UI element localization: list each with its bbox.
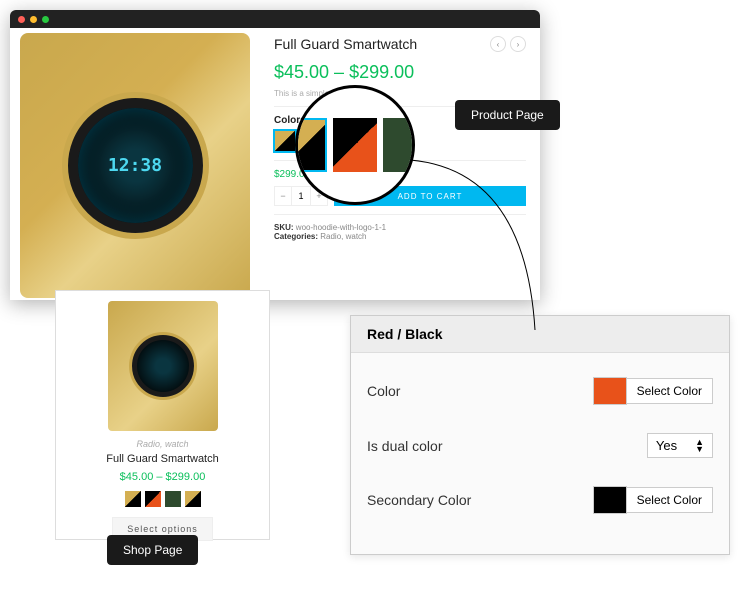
- dual-color-value: Yes: [656, 438, 677, 453]
- magnified-swatch-orange-black: [333, 118, 377, 172]
- close-icon[interactable]: [18, 16, 25, 23]
- shop-page-tooltip: Shop Page: [107, 535, 198, 565]
- select-color-button-secondary[interactable]: Select Color: [626, 487, 713, 513]
- shop-price: $45.00 – $299.00: [56, 471, 269, 483]
- product-page-tooltip: Product Page: [455, 100, 560, 130]
- shop-swatch-green[interactable]: [165, 491, 181, 507]
- secondary-color-picker: Select Color: [593, 486, 713, 514]
- window-titlebar: [10, 10, 540, 28]
- shop-category: Radio, watch: [56, 439, 269, 449]
- color-chip-primary: [593, 377, 627, 405]
- swatch-gold-black[interactable]: [274, 130, 296, 152]
- settings-body: Color Select Color Is dual color Yes ▲▼ …: [351, 353, 729, 538]
- shop-swatch-orange-black[interactable]: [145, 491, 161, 507]
- sku-label: SKU:: [274, 223, 294, 232]
- product-meta: SKU: woo-hoodie-with-logo-1-1 Categories…: [274, 223, 526, 241]
- product-title: Full Guard Smartwatch: [274, 36, 526, 52]
- shop-swatch-black-gold[interactable]: [185, 491, 201, 507]
- minimize-icon[interactable]: [30, 16, 37, 23]
- product-page-window: 🔍 12:38 ‹ › Full Guard Smartwatch $45.00…: [10, 10, 540, 300]
- product-price: $45.00 – $299.00: [274, 62, 526, 83]
- dual-color-select[interactable]: Yes ▲▼: [647, 433, 713, 458]
- select-arrows-icon: ▲▼: [695, 439, 704, 453]
- next-product-button[interactable]: ›: [510, 36, 526, 52]
- shop-swatch-gold-black[interactable]: [125, 491, 141, 507]
- maximize-icon[interactable]: [42, 16, 49, 23]
- shop-title: Full Guard Smartwatch: [56, 453, 269, 465]
- color-chip-secondary: [593, 486, 627, 514]
- shop-product-image: [108, 301, 218, 431]
- secondary-color-row: Secondary Color Select Color: [367, 472, 713, 528]
- color-row: Color Select Color: [367, 363, 713, 419]
- quantity-row: − 1 + ADD TO CART: [274, 186, 526, 206]
- dual-color-row: Is dual color Yes ▲▼: [367, 419, 713, 472]
- shop-watch-face: [132, 335, 194, 397]
- categories-value: Radio, watch: [320, 232, 366, 241]
- product-description: This is a simple pro: [274, 89, 526, 98]
- magnified-swatch-gold-black: [295, 118, 327, 172]
- product-image: 12:38: [20, 33, 250, 298]
- sku-value: woo-hoodie-with-logo-1-1: [296, 223, 386, 232]
- prev-product-button[interactable]: ‹: [490, 36, 506, 52]
- qty-minus-button[interactable]: −: [275, 187, 291, 205]
- product-image-area: 🔍 12:38: [10, 28, 260, 300]
- settings-header: Red / Black: [351, 316, 729, 353]
- browser-body: 🔍 12:38 ‹ › Full Guard Smartwatch $45.00…: [10, 28, 540, 300]
- qty-value: 1: [291, 187, 311, 205]
- shop-swatches: [56, 491, 269, 507]
- secondary-color-label: Secondary Color: [367, 492, 593, 508]
- color-picker: Select Color: [593, 377, 713, 405]
- select-color-button-primary[interactable]: Select Color: [626, 378, 713, 404]
- categories-label: Categories:: [274, 232, 318, 241]
- magnified-swatch-green: [383, 118, 415, 172]
- product-nav: ‹ ›: [490, 36, 526, 52]
- color-label: Color: [367, 383, 593, 399]
- shop-page-card: Radio, watch Full Guard Smartwatch $45.0…: [55, 290, 270, 540]
- dual-color-label: Is dual color: [367, 438, 647, 454]
- magnifier-lens: [295, 85, 415, 205]
- watch-face: 12:38: [68, 98, 203, 233]
- settings-panel: Red / Black Color Select Color Is dual c…: [350, 315, 730, 555]
